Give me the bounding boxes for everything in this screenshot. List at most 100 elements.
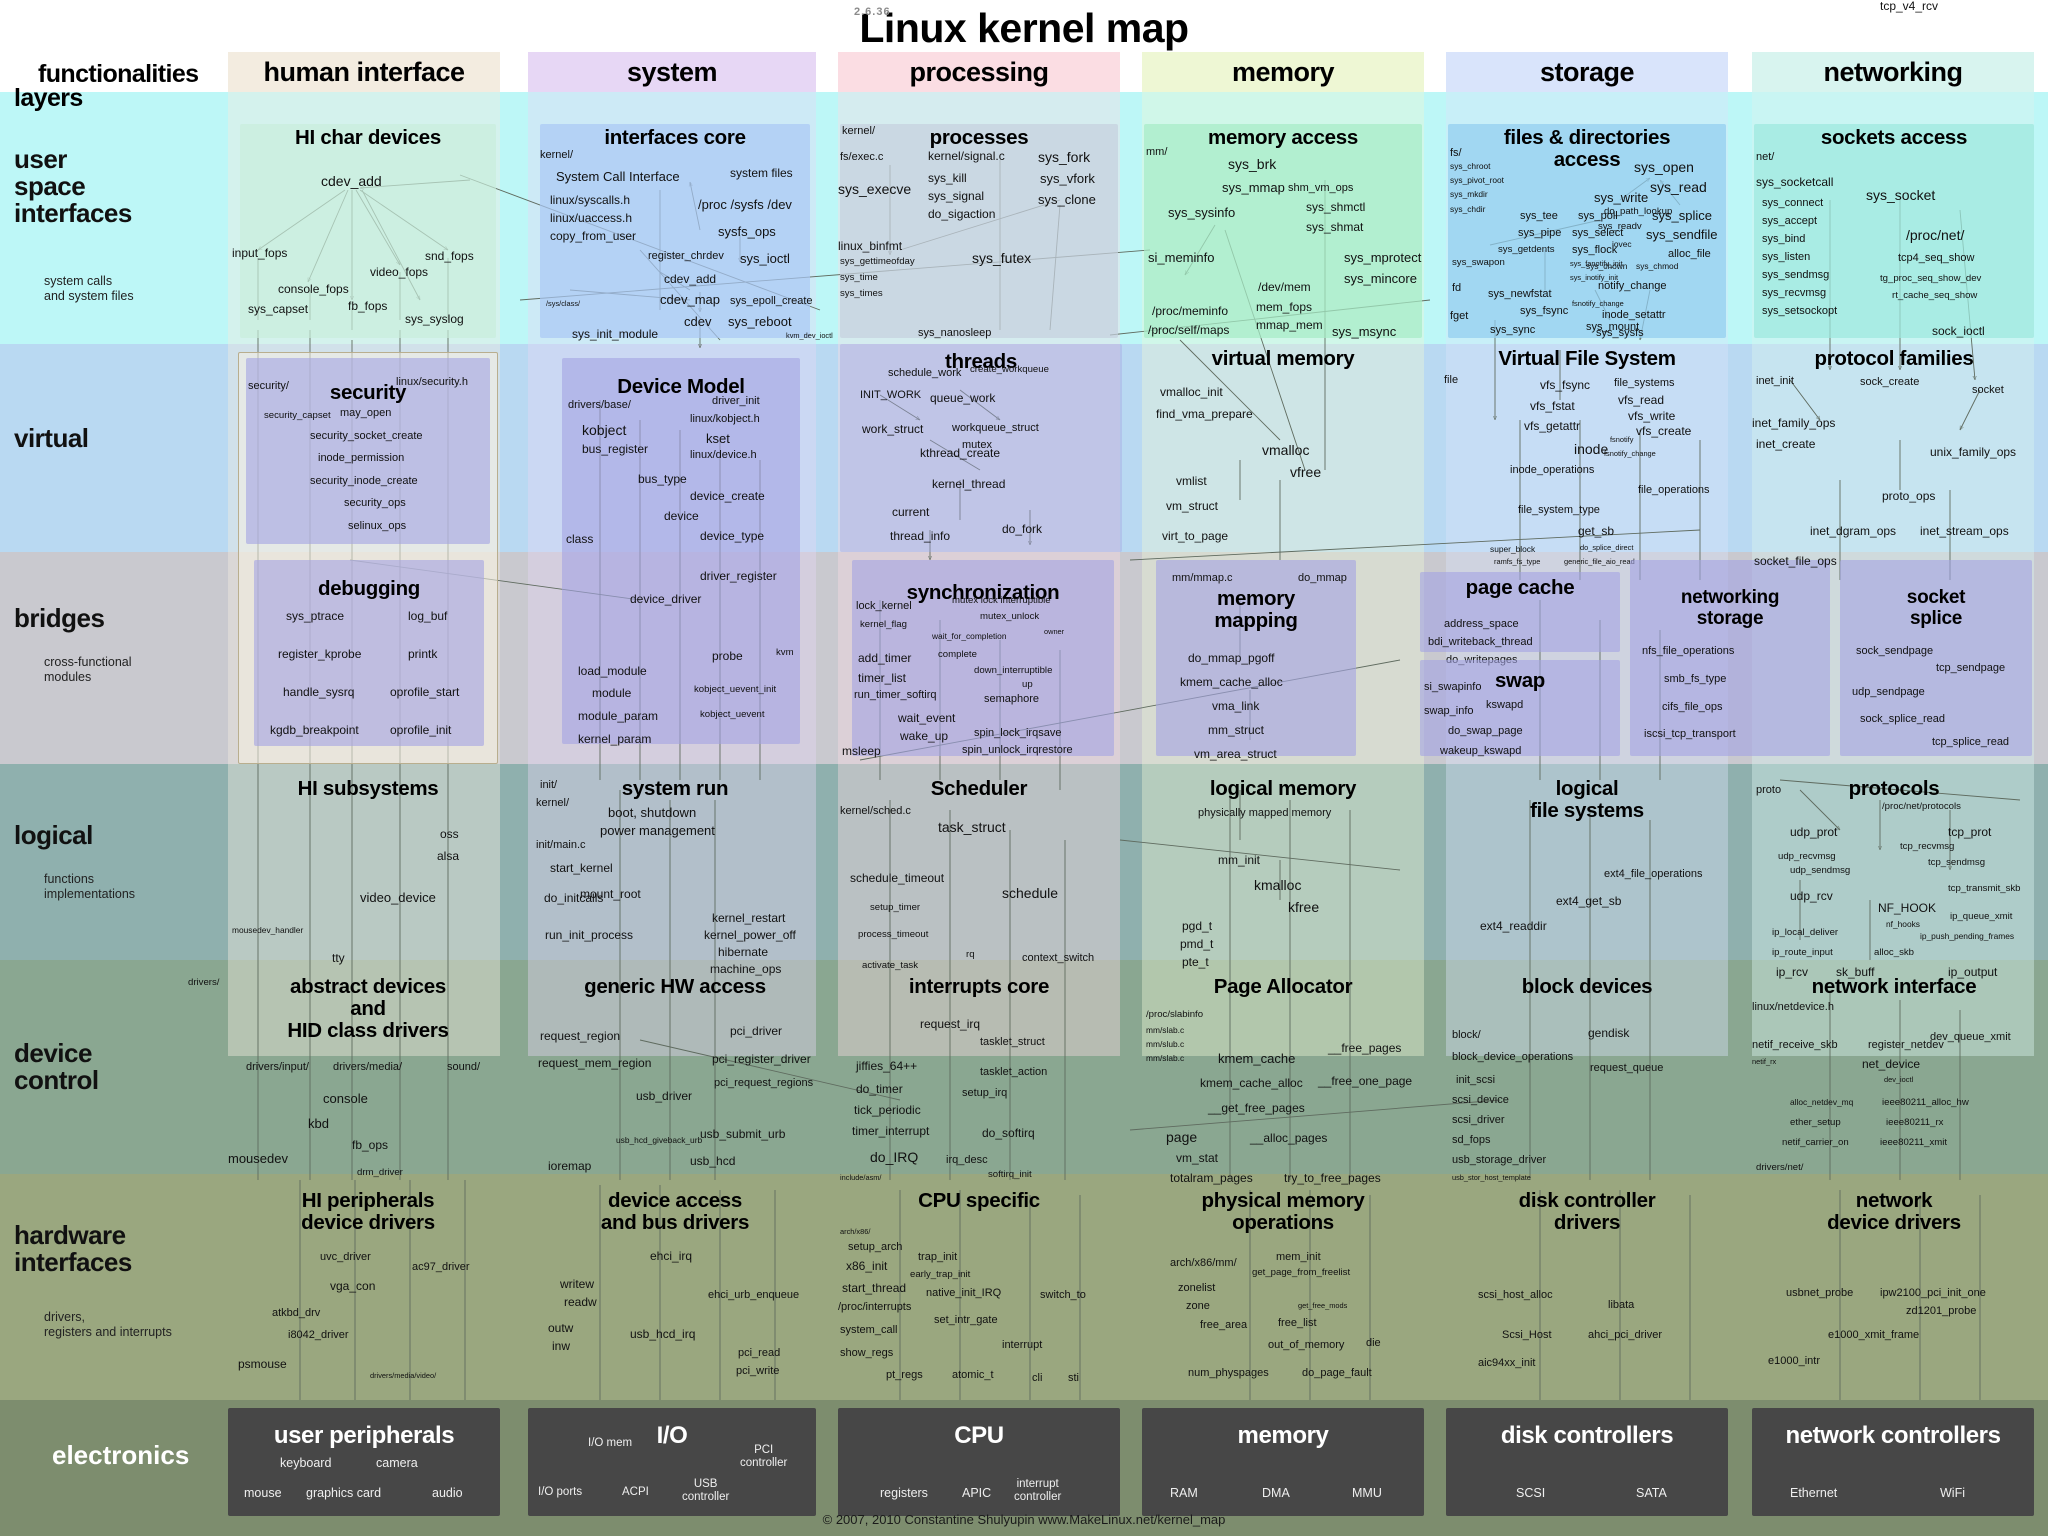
symbol-sys-kill: sys_kill bbox=[928, 171, 967, 185]
symbol-init-main-c: init/main.c bbox=[536, 839, 586, 851]
symbol-usb-storage-driver: usb_storage_driver bbox=[1452, 1154, 1547, 1166]
symbol-pci-write: pci_write bbox=[736, 1365, 780, 1377]
elec-box-disk-controllers: disk controllers bbox=[1446, 1408, 1728, 1516]
elec-item-camera: camera bbox=[376, 1456, 418, 1470]
box-title: HI char devices bbox=[295, 126, 441, 149]
symbol-wakeup-kswapd: wakeup_kswapd bbox=[1440, 745, 1522, 757]
symbol-sys-chroot: sys_chroot bbox=[1450, 161, 1491, 171]
symbol-sys-pivot-root: sys_pivot_root bbox=[1450, 175, 1504, 185]
layer-sub-bridges: cross-functional modules bbox=[44, 655, 132, 685]
symbol-pci-driver: pci_driver bbox=[730, 1024, 783, 1038]
symbol-sys-accept: sys_accept bbox=[1762, 215, 1818, 227]
symbol-iovec: iovec bbox=[1612, 239, 1632, 249]
symbol-kernel-restart: kernel_restart bbox=[712, 911, 786, 925]
symbol-ip-local-deliver: ip_local_deliver bbox=[1772, 927, 1839, 938]
symbol-kvm-dev-ioctl: kvm_dev_ioctl bbox=[786, 331, 833, 340]
symbol-setup-arch: setup_arch bbox=[848, 1241, 903, 1253]
symbol-process-timeout: process_timeout bbox=[858, 929, 929, 940]
symbol-mm-struct: mm_struct bbox=[1208, 723, 1265, 737]
symbol-usb-driver: usb_driver bbox=[636, 1089, 693, 1103]
layer-sub-user-space: system calls and system files bbox=[44, 274, 134, 304]
symbol-mm-slab-c: mm/slab.c bbox=[1146, 1025, 1185, 1035]
symbol-kmem-cache-alloc-pa: kmem_cache_alloc bbox=[1200, 1076, 1303, 1090]
symbol-kvm: kvm bbox=[776, 647, 794, 658]
symbol-find-vma-prepare: find_vma_prepare bbox=[1156, 407, 1253, 421]
symbol-sys-swapon: sys_swapon bbox=[1452, 257, 1505, 268]
symbol-cdev: cdev bbox=[684, 314, 712, 329]
symbol-load-module: load_module bbox=[578, 664, 647, 678]
symbol-sys-mincore: sys_mincore bbox=[1344, 271, 1417, 286]
symbol-trap-init: trap_init bbox=[918, 1251, 958, 1263]
symbol-start-kernel: start_kernel bbox=[550, 861, 613, 875]
symbol-kobject-uevent: kobject_uevent bbox=[700, 709, 765, 720]
symbol-input-fops: input_fops bbox=[232, 246, 288, 260]
symbol-sys-clone: sys_clone bbox=[1038, 192, 1096, 207]
symbol-vfs-fstat: vfs_fstat bbox=[1530, 399, 1575, 413]
symbol-file-systems: file_systems bbox=[1614, 377, 1675, 389]
symbol-device-driver: device_driver bbox=[630, 592, 702, 606]
elec-item-wifi: WiFi bbox=[1940, 1486, 1965, 1500]
symbol-do-sigaction: do_sigaction bbox=[928, 207, 996, 221]
elec-item-audio: audio bbox=[432, 1486, 463, 1500]
symbol-do-fork: do_fork bbox=[1002, 522, 1043, 536]
symbol-kmalloc: kmalloc bbox=[1254, 877, 1302, 893]
box-title-virtual-file-system: Virtual File System bbox=[1498, 347, 1676, 370]
symbol-fs-dir: fs/ bbox=[1450, 147, 1462, 159]
box-title-hi-subsystems: HI subsystems bbox=[297, 777, 439, 800]
symbol-proc-interrupts: /proc/interrupts bbox=[838, 1301, 912, 1313]
symbol-page: page bbox=[1166, 1129, 1198, 1145]
symbol-ieee80211-xmit: ieee80211_xmit bbox=[1880, 1137, 1948, 1148]
symbol-tasklet-action: tasklet_action bbox=[980, 1066, 1048, 1078]
symbol-sock-create: sock_create bbox=[1860, 376, 1920, 388]
symbol-gendisk: gendisk bbox=[1588, 1026, 1630, 1040]
elec-title: network controllers bbox=[1785, 1422, 2001, 1449]
symbol-ip-queue-xmit: ip_queue_xmit bbox=[1950, 911, 2013, 922]
elec-item-interrupt-controller: interrupt controller bbox=[1014, 1478, 1062, 1504]
symbol-linux-device-h: linux/device.h bbox=[690, 449, 757, 461]
symbol-bus-type: bus_type bbox=[638, 472, 687, 486]
symbol-spin-unlock-irqrestore: spin_unlock_irqrestore bbox=[962, 744, 1073, 756]
symbol-usb-stor-host-template: usb_stor_host_template bbox=[1452, 1173, 1531, 1182]
symbol-iscsi-tcp-transport: iscsi_tcp_transport bbox=[1644, 728, 1736, 740]
symbol-inet-dgram-ops: inet_dgram_ops bbox=[1810, 524, 1897, 538]
symbol-mm-dir: mm/ bbox=[1146, 146, 1168, 158]
symbol-rt-cache-seq-show: rt_cache_seq_show bbox=[1892, 290, 1978, 301]
symbol-fget: fget bbox=[1450, 310, 1469, 322]
box-title-protocols: protocols bbox=[1848, 777, 1940, 800]
symbol-fsnotify: fsnotify bbox=[1610, 435, 1634, 444]
layer-sub-hardware: drivers, registers and interrupts bbox=[44, 1310, 172, 1340]
symbol-console: console bbox=[323, 1091, 368, 1106]
symbol-e1000-intr: e1000_intr bbox=[1768, 1355, 1820, 1367]
symbol-oprofile-start: oprofile_start bbox=[390, 685, 460, 699]
copyright-notice: © 2007, 2010 Constantine Shulyupin www.M… bbox=[822, 1512, 1226, 1527]
symbol-alloc-netdev-mq: alloc_netdev_mq bbox=[1790, 1097, 1854, 1107]
symbol-zone: zone bbox=[1186, 1300, 1210, 1312]
symbol-mount-root: mount_root bbox=[580, 887, 641, 901]
symbol-sys-setsockopt: sys_setsockopt bbox=[1762, 305, 1838, 317]
symbol-libata: libata bbox=[1608, 1299, 1635, 1311]
column-header-label: networking bbox=[1823, 57, 1963, 87]
symbol-device-create: device_create bbox=[690, 489, 765, 503]
symbol-ip-push-pending-frames: ip_push_pending_frames bbox=[1920, 931, 2015, 941]
elec-item-usb-controller: USB controller bbox=[682, 1478, 730, 1504]
symbol-pmd-t: pmd_t bbox=[1180, 937, 1214, 951]
symbol-vfs-getattr: vfs_getattr bbox=[1524, 419, 1581, 433]
page-title: Linux kernel map bbox=[859, 5, 1189, 51]
symbol-linux-syscalls-h: linux/syscalls.h bbox=[550, 193, 631, 207]
box-title: interfaces core bbox=[604, 126, 746, 149]
symbol-do-page-fault: do_page_fault bbox=[1302, 1367, 1372, 1379]
box-title: debugging bbox=[317, 577, 421, 600]
symbol-sys-execve: sys_execve bbox=[838, 181, 912, 197]
symbol-inode-operations: inode_operations bbox=[1510, 464, 1595, 476]
symbol-proc-sysfs-dev: /proc /sysfs /dev bbox=[698, 197, 792, 212]
symbol-e1000-xmit-frame: e1000_xmit_frame bbox=[1828, 1329, 1920, 1341]
symbol-cdev-add: cdev_add bbox=[321, 173, 382, 189]
symbol-semaphore: semaphore bbox=[984, 693, 1040, 705]
symbol-interrupt: interrupt bbox=[1002, 1339, 1043, 1351]
symbol-sys-syslog: sys_syslog bbox=[405, 312, 464, 326]
symbol-virt-to-page: virt_to_page bbox=[1162, 529, 1229, 543]
symbol-netif-rx: netif_rx bbox=[1752, 1057, 1777, 1066]
symbol-get-free-mods: get_free_mods bbox=[1298, 1301, 1348, 1310]
symbol-run-init-process: run_init_process bbox=[545, 928, 634, 942]
symbol-switch-to: switch_to bbox=[1040, 1289, 1086, 1301]
